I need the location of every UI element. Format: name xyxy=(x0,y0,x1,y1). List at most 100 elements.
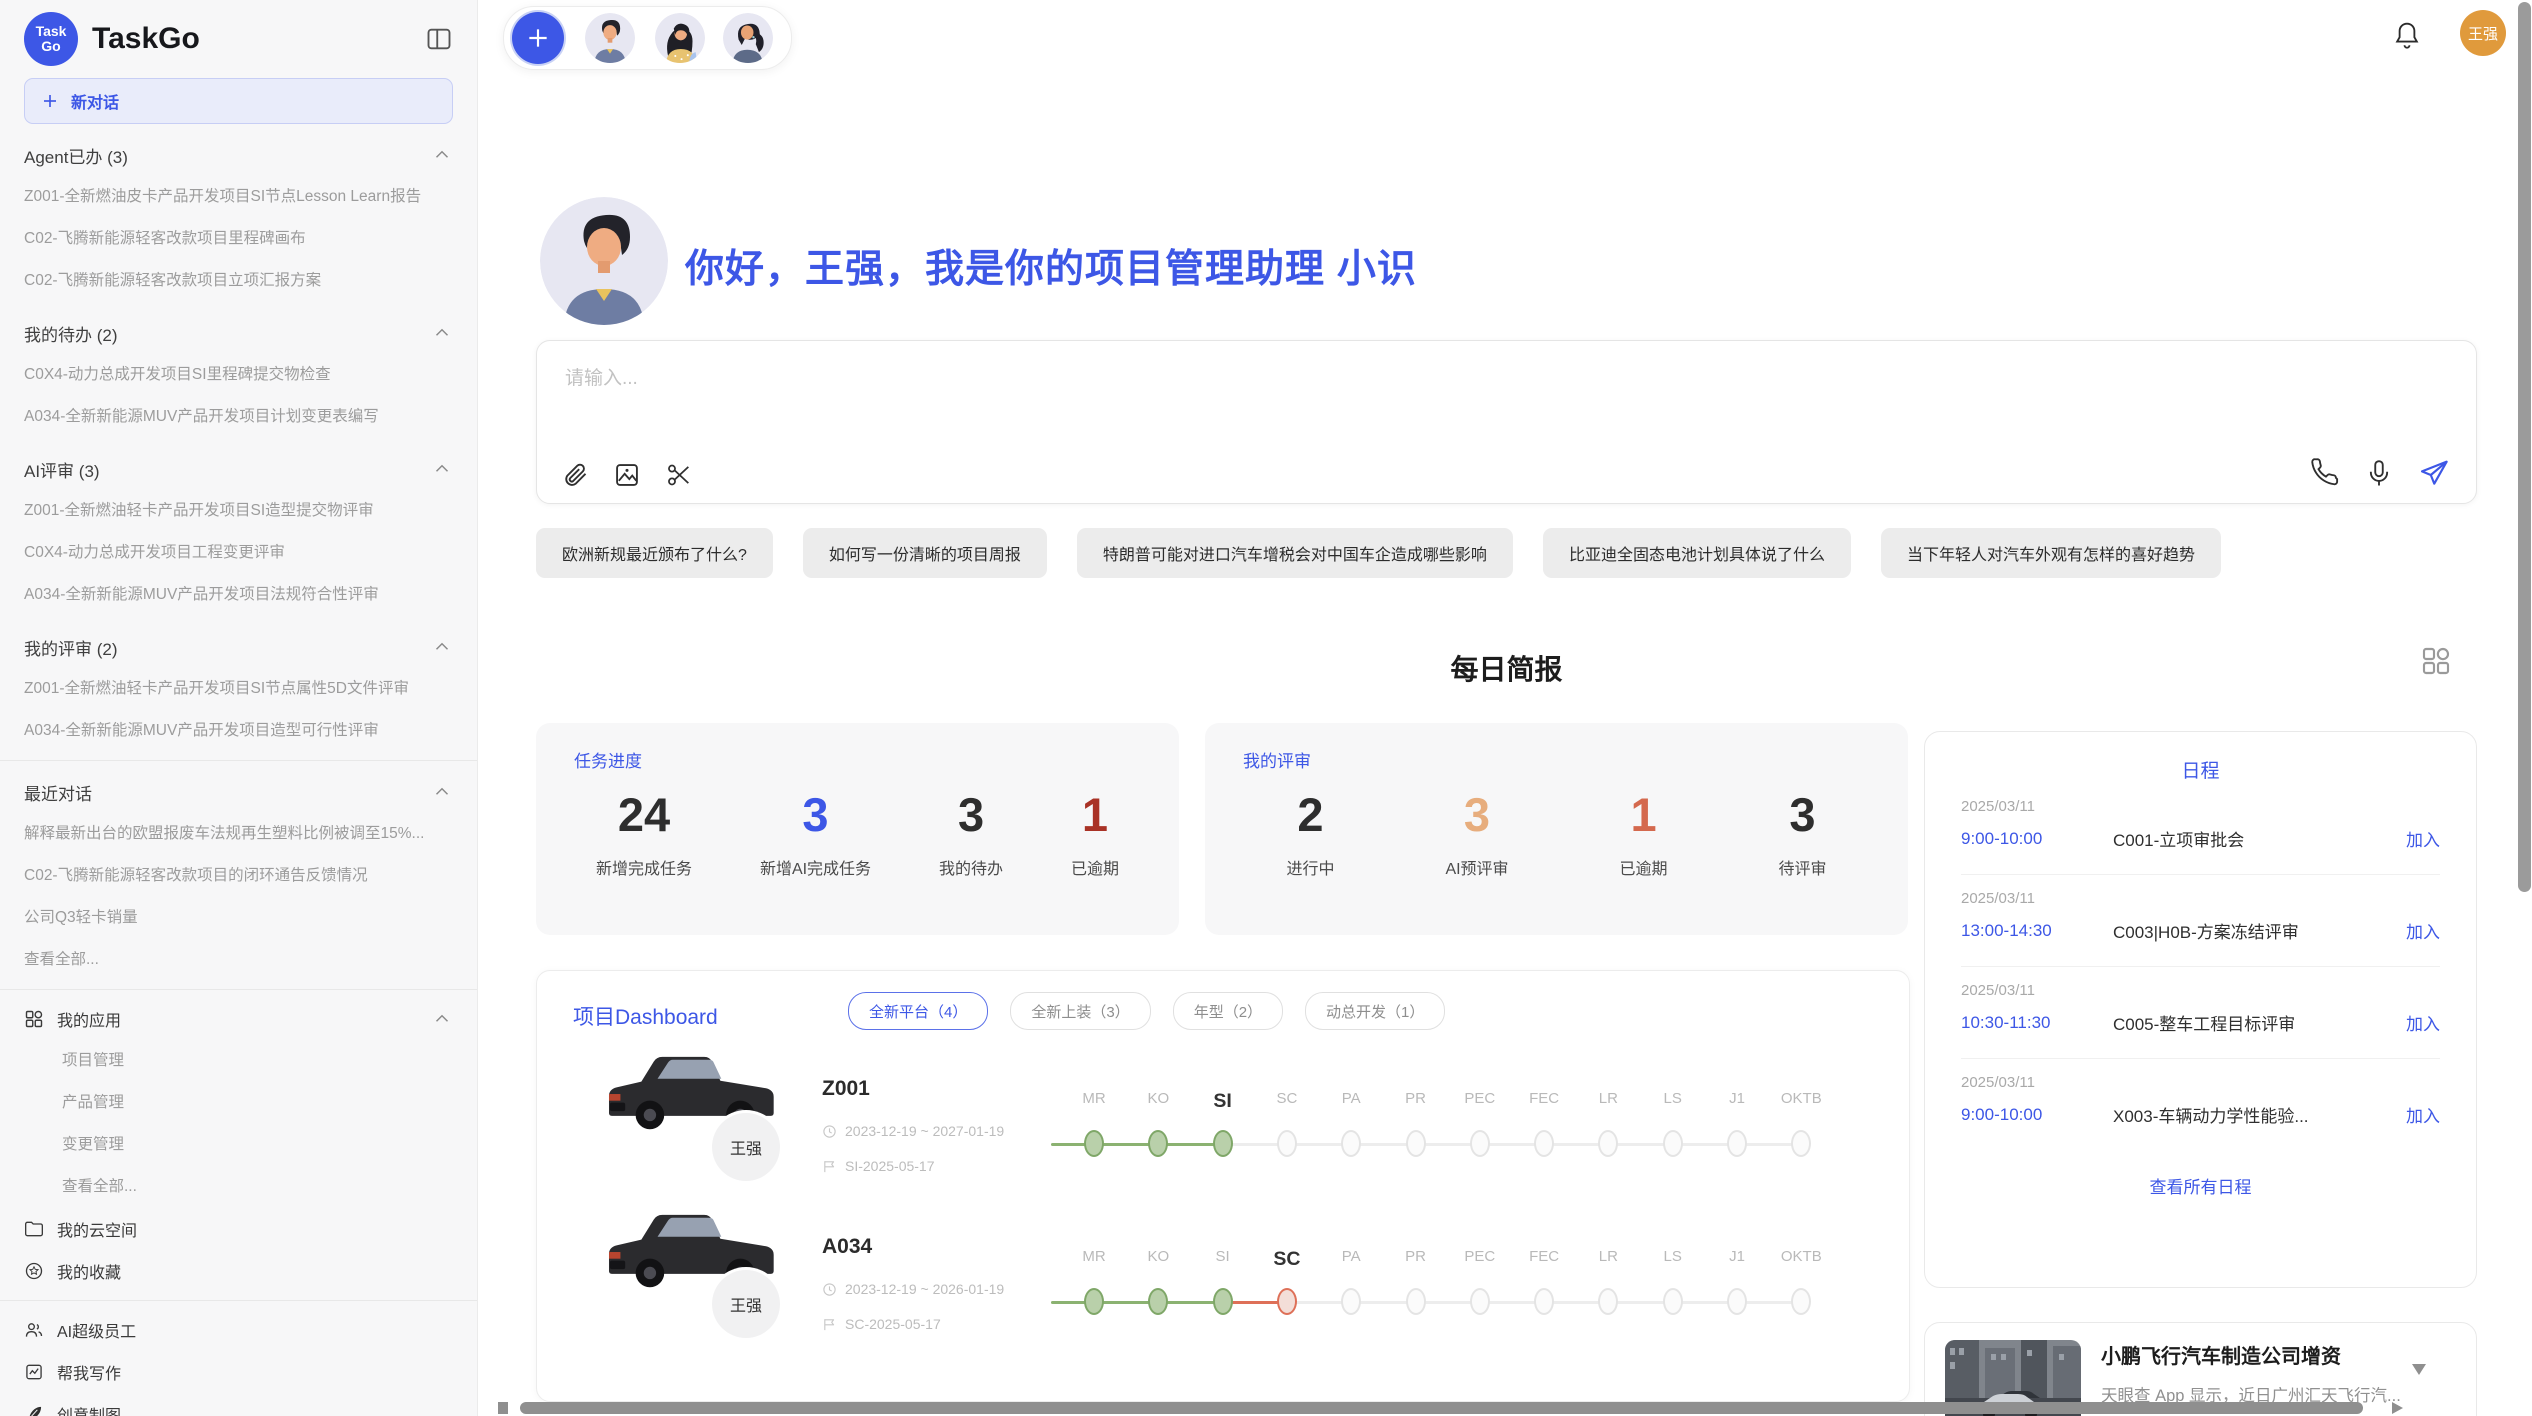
assistant-avatar-3[interactable] xyxy=(723,13,773,63)
schedule-event: 2025/03/11 9:00-10:00 C001-立项审批会 加入 xyxy=(1961,783,2440,875)
horizontal-scrollbar[interactable] xyxy=(520,1402,2363,1414)
suggestion-chip[interactable]: 欧洲新规最近颁布了什么? xyxy=(536,528,773,578)
sidebar-item-cloud[interactable]: 我的云空间 xyxy=(24,1208,453,1250)
sidebar-item[interactable]: A034-全新新能源MUV产品开发项目造型可行性评审 xyxy=(24,710,453,752)
snippet-button[interactable] xyxy=(665,461,693,489)
milestone-label: LS xyxy=(1664,1090,1682,1107)
section-header[interactable]: 我的评审 (2) xyxy=(24,626,453,668)
sidebar-item[interactable]: Z001-全新燃油轻卡产品开发项目SI造型提交物评审 xyxy=(24,490,453,532)
sidebar-app-item[interactable]: 查看全部... xyxy=(24,1166,453,1208)
stat-value: 3 xyxy=(760,789,871,841)
feather-icon xyxy=(24,1404,44,1416)
assistant-avatar-1[interactable] xyxy=(585,13,635,63)
section-header[interactable]: 我的待办 (2) xyxy=(24,312,453,354)
assistant-avatar-2[interactable] xyxy=(655,13,705,63)
sidebar-item[interactable]: Z001-全新燃油轻卡产品开发项目SI节点属性5D文件评审 xyxy=(24,668,453,710)
sidebar-tools: AI超级员工帮我写作创意制图 xyxy=(24,1309,453,1416)
send-button[interactable] xyxy=(2418,457,2450,489)
attach-image-button[interactable] xyxy=(613,461,641,489)
briefing-title: 每日简报 xyxy=(536,648,2477,688)
milestone-node xyxy=(1406,1288,1426,1315)
sidebar-tool-item[interactable]: 创意制图 xyxy=(24,1393,453,1416)
suggestion-chips: 欧洲新规最近颁布了什么? 如何写一份清晰的项目周报特朗普可能对进口汽车增税会对中国… xyxy=(536,528,2496,578)
horizontal-scrollbar-nub[interactable] xyxy=(498,1402,508,1414)
stat-card-title: 我的评审 xyxy=(1243,747,1311,772)
milestone-label: SC xyxy=(1273,1248,1300,1271)
mic-button[interactable] xyxy=(2364,458,2394,488)
section-title: 最近对话 xyxy=(24,780,92,805)
event-date: 2025/03/11 xyxy=(1961,798,2440,815)
dashboard-filter-chip[interactable]: 全新平台（4） xyxy=(848,992,988,1030)
scroll-down-arrow[interactable] xyxy=(2412,1364,2426,1375)
divider xyxy=(0,989,477,990)
suggestion-chip[interactable]: 当下年轻人对汽车外观有怎样的喜好趋势 xyxy=(1881,528,2221,578)
sidebar-item[interactable]: C02-飞腾新能源轻客改款项目立项汇报方案 xyxy=(24,260,453,302)
sidebar-apps-header[interactable]: 我的应用 xyxy=(24,998,453,1040)
apps-title: 我的应用 xyxy=(57,1007,121,1031)
stat: 24 新增完成任务 xyxy=(596,789,692,879)
view-all-schedule-link[interactable]: 查看所有日程 xyxy=(1961,1173,2440,1198)
join-link[interactable]: 加入 xyxy=(2406,1102,2440,1127)
event-name: C005-整车工程目标评审 xyxy=(2113,1010,2406,1035)
tool-label: 帮我写作 xyxy=(57,1360,121,1384)
join-link[interactable]: 加入 xyxy=(2406,918,2440,943)
flag-icon xyxy=(822,1159,837,1174)
sidebar-collapse-button[interactable] xyxy=(425,25,453,53)
join-link[interactable]: 加入 xyxy=(2406,826,2440,851)
sidebar-item[interactable]: C02-飞腾新能源轻客改款项目的闭环通告反馈情况 xyxy=(24,855,453,897)
sidebar-item[interactable]: 查看全部... xyxy=(24,939,453,981)
dashboard-filter-chip[interactable]: 年型（2） xyxy=(1173,992,1283,1030)
sidebar-item[interactable]: C0X4-动力总成开发项目SI里程碑提交物检查 xyxy=(24,354,453,396)
milestone-label: PEC xyxy=(1464,1248,1495,1265)
attach-file-button[interactable] xyxy=(561,461,589,489)
voice-call-button[interactable] xyxy=(2310,458,2340,488)
suggestion-chip[interactable]: 比亚迪全固态电池计划具体说了什么 xyxy=(1543,528,1851,578)
dashboard-filter-chip[interactable]: 全新上装（3） xyxy=(1010,992,1150,1030)
sidebar-item[interactable]: A034-全新新能源MUV产品开发项目计划变更表编写 xyxy=(24,396,453,438)
sidebar-item[interactable]: A034-全新新能源MUV产品开发项目法规符合性评审 xyxy=(24,574,453,616)
sidebar-app-item[interactable]: 变更管理 xyxy=(24,1124,453,1166)
sidebar: Task Go TaskGo 新对话 Agent已办 (3) Z001-全新燃油… xyxy=(0,0,478,1416)
sidebar-item[interactable]: 解释最新出台的欧盟报废车法规再生塑料比例被调至15%... xyxy=(24,813,453,855)
sidebar-item[interactable]: C02-飞腾新能源轻客改款项目里程碑画布 xyxy=(24,218,453,260)
sidebar-item-favorites[interactable]: 我的收藏 xyxy=(24,1250,453,1292)
vertical-scrollbar[interactable] xyxy=(2518,2,2531,892)
milestone-label: J1 xyxy=(1729,1090,1745,1107)
user-avatar[interactable]: 王强 xyxy=(2460,10,2506,56)
sidebar-tool-item[interactable]: AI超级员工 xyxy=(24,1309,453,1351)
people-icon xyxy=(24,1320,44,1340)
milestone-label: MR xyxy=(1082,1090,1105,1107)
join-link[interactable]: 加入 xyxy=(2406,1010,2440,1035)
dashboard-filter-chip[interactable]: 动总开发（1） xyxy=(1305,992,1445,1030)
stat-label: 待评审 xyxy=(1778,855,1826,879)
suggestion-chip[interactable]: 特朗普可能对进口汽车增税会对中国车企造成哪些影响 xyxy=(1077,528,1513,578)
sidebar-app-item[interactable]: 项目管理 xyxy=(24,1040,453,1082)
event-name: C003|H0B-方案冻结评审 xyxy=(2113,918,2406,943)
image-icon xyxy=(613,461,641,489)
sidebar-recent: 最近对话 解释最新出台的欧盟报废车法规再生塑料比例被调至15%...C02-飞腾… xyxy=(24,771,453,981)
sidebar-item[interactable]: 公司Q3轻卡销量 xyxy=(24,897,453,939)
schedule-event: 2025/03/11 9:00-10:00 X003-车辆动力学性能验... 加… xyxy=(1961,1059,2440,1151)
section-header[interactable]: AI评审 (3) xyxy=(24,448,453,490)
sidebar-tool-item[interactable]: 帮我写作 xyxy=(24,1351,453,1393)
section-header[interactable]: Agent已办 (3) xyxy=(24,134,453,176)
grid-icon xyxy=(2420,645,2452,677)
sidebar-item[interactable]: C0X4-动力总成开发项目工程变更评审 xyxy=(24,532,453,574)
chevron-up-icon xyxy=(431,781,453,803)
section-header[interactable]: 最近对话 xyxy=(24,771,453,813)
milestone-node xyxy=(1148,1288,1168,1315)
briefing-layout-button[interactable] xyxy=(2420,645,2452,682)
event-time: 9:00-10:00 xyxy=(1961,1105,2113,1125)
new-chat-button[interactable]: 新对话 xyxy=(24,78,453,124)
scroll-right-arrow[interactable] xyxy=(2392,1402,2403,1414)
phone-icon xyxy=(2310,458,2340,488)
add-assistant-button[interactable] xyxy=(512,12,564,64)
notifications-button[interactable] xyxy=(2392,20,2422,57)
chat-input[interactable] xyxy=(563,361,2267,455)
project-flag: SI-2025-05-17 xyxy=(822,1158,935,1174)
sidebar-item[interactable]: Z001-全新燃油皮卡产品开发项目SI节点Lesson Learn报告 xyxy=(24,176,453,218)
suggestion-chip[interactable]: 如何写一份清晰的项目周报 xyxy=(803,528,1047,578)
sidebar-app-item[interactable]: 产品管理 xyxy=(24,1082,453,1124)
milestone-node xyxy=(1213,1288,1233,1315)
milestone-label: PA xyxy=(1342,1090,1361,1107)
